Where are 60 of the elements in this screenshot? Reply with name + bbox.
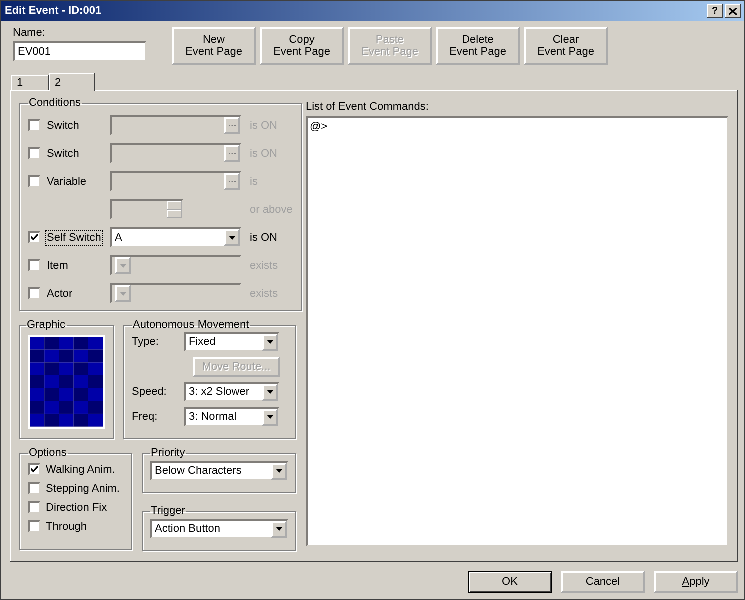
- checkbox[interactable]: [28, 482, 41, 495]
- checkbox-label[interactable]: Direction Fix: [46, 502, 108, 514]
- checkbox[interactable]: [28, 501, 41, 514]
- window-title: Edit Event - ID:001: [5, 5, 103, 17]
- field-label: Speed:: [132, 386, 168, 398]
- group-title: Priority: [150, 447, 186, 459]
- dropdown[interactable]: 3: Normal: [184, 407, 280, 427]
- event-page-button[interactable]: New Event Page: [172, 27, 256, 65]
- dropdown-arrow-icon: [120, 292, 126, 296]
- checkbox[interactable]: [28, 463, 41, 476]
- checkbox-label[interactable]: Self Switch: [46, 230, 102, 244]
- dropdown-arrow-icon: [276, 527, 282, 531]
- dropdown-arrow-icon: [266, 390, 274, 394]
- picker-field[interactable]: [110, 115, 242, 136]
- checkbox-label[interactable]: Walking Anim.: [46, 464, 116, 476]
- spin-field[interactable]: [110, 199, 184, 220]
- dropdown-arrow-icon: [228, 236, 236, 240]
- group-title: Options: [28, 447, 68, 459]
- check-icon: [31, 466, 38, 473]
- group-title: Autonomous Movement: [132, 319, 250, 331]
- help-button[interactable]: ?: [707, 4, 723, 18]
- dropdown[interactable]: A: [110, 227, 242, 248]
- dropdown[interactable]: Action Button: [150, 519, 289, 539]
- dropdown-arrow-icon: [266, 415, 274, 419]
- event-page-button[interactable]: Copy Event Page: [260, 27, 344, 65]
- commands-list[interactable]: @>: [306, 116, 729, 547]
- close-icon: [729, 8, 737, 14]
- spin-buttons[interactable]: [167, 201, 182, 218]
- dialog-button[interactable]: Cancel: [561, 571, 645, 593]
- picker-field[interactable]: [110, 171, 242, 192]
- checkerboard-graphic[interactable]: [28, 334, 105, 428]
- dialog-button[interactable]: Apply: [654, 571, 738, 593]
- field-label: Freq:: [132, 411, 159, 423]
- close-button[interactable]: [725, 4, 741, 18]
- group-title: Conditions: [28, 97, 82, 109]
- checkbox[interactable]: [28, 520, 41, 533]
- group-title: Trigger: [150, 505, 186, 517]
- page-tab[interactable]: 1: [11, 75, 49, 90]
- dropdown[interactable]: Below Characters: [150, 461, 289, 481]
- dropdown-arrow-icon: [276, 469, 282, 473]
- command-line[interactable]: @>: [310, 121, 725, 133]
- condition-suffix: is ON: [249, 232, 278, 244]
- check-icon: [31, 234, 38, 241]
- dropdown-arrow-icon: [120, 264, 126, 268]
- group-title: Graphic: [26, 319, 67, 331]
- checkbox-label[interactable]: Stepping Anim.: [46, 482, 120, 494]
- field-label: Type:: [132, 336, 160, 348]
- name-label: Name:: [13, 27, 46, 39]
- name-field[interactable]: EV001: [13, 41, 147, 62]
- commands-label: List of Event Commands:: [306, 101, 430, 113]
- checkbox-label[interactable]: Through: [46, 520, 87, 532]
- dropdown-arrow-icon: [266, 340, 274, 344]
- event-page-button[interactable]: Clear Event Page: [524, 27, 608, 65]
- dropdown[interactable]: 3: x2 Slower: [184, 382, 280, 402]
- page-tab[interactable]: 2: [49, 73, 95, 91]
- checkbox[interactable]: [28, 231, 41, 244]
- dialog-button[interactable]: OK: [468, 571, 552, 593]
- event-page-button[interactable]: Delete Event Page: [436, 27, 520, 65]
- picker-field[interactable]: [110, 143, 242, 164]
- dropdown[interactable]: Fixed: [184, 332, 280, 352]
